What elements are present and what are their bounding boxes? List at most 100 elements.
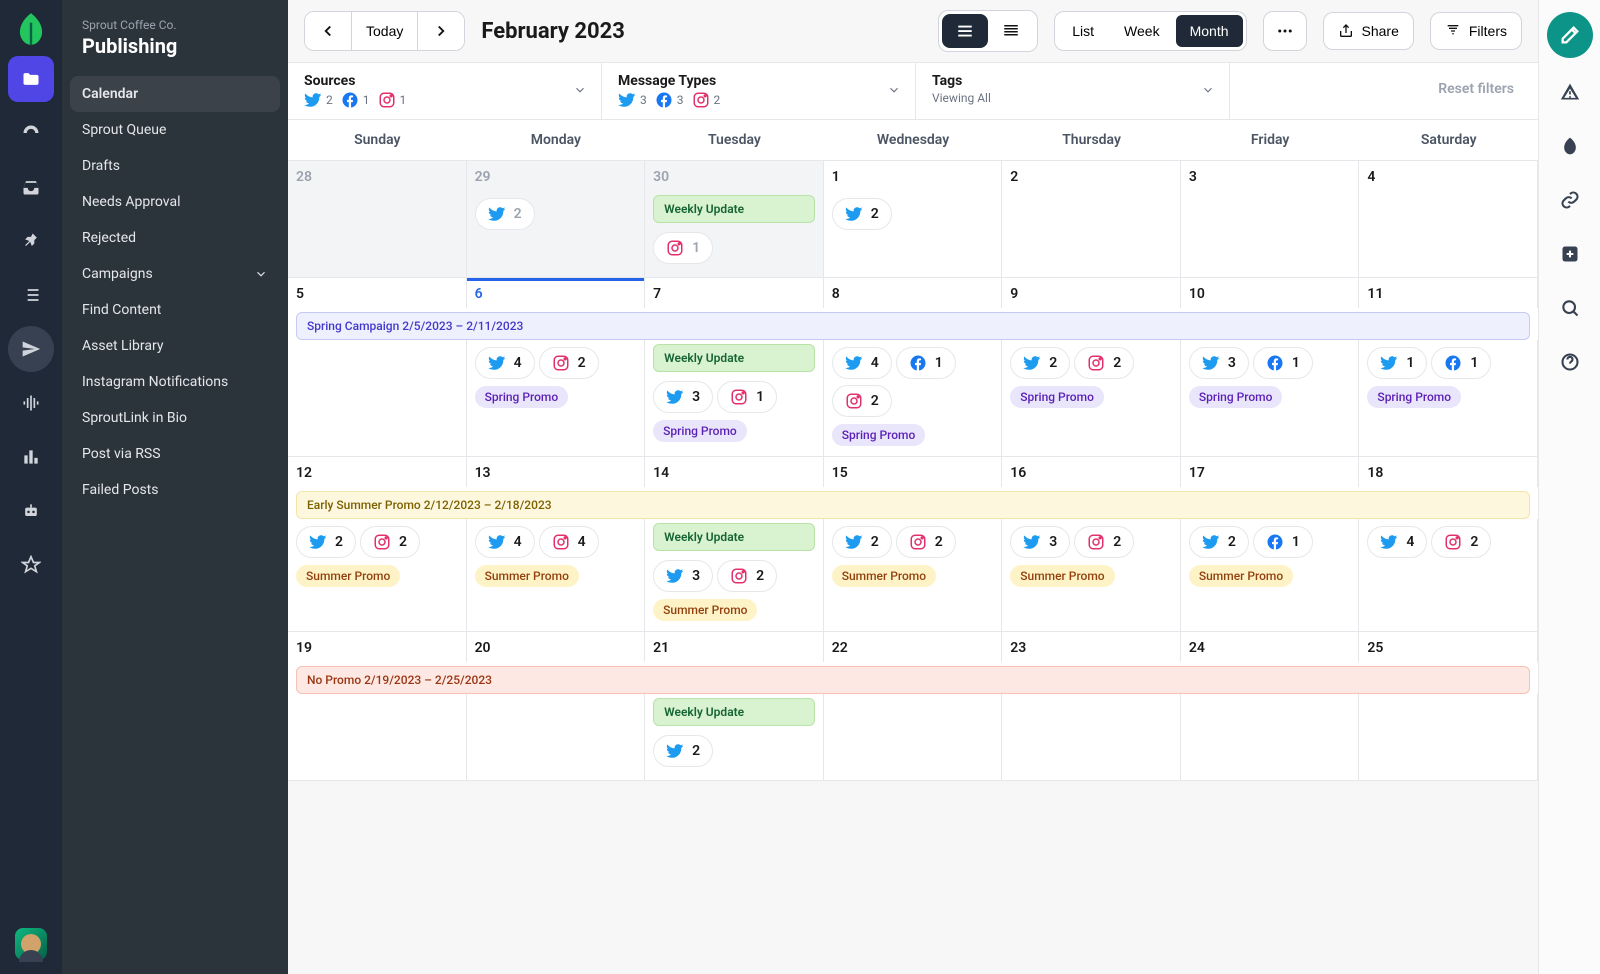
rail-folder-icon[interactable] bbox=[8, 56, 54, 102]
rail-reports-icon[interactable] bbox=[8, 434, 54, 480]
promo-tag[interactable]: Summer Promo bbox=[475, 565, 579, 587]
calendar-cell[interactable]: 8 bbox=[824, 278, 1003, 308]
rail-listening-icon[interactable] bbox=[8, 380, 54, 426]
promo-tag[interactable]: Summer Promo bbox=[1010, 565, 1114, 587]
compose-button[interactable] bbox=[1547, 12, 1593, 58]
calendar-cell-body[interactable]: 32 Summer Promo bbox=[1002, 519, 1181, 632]
rail-dashboard-icon[interactable] bbox=[8, 110, 54, 156]
calendar-cell[interactable]: 14 bbox=[645, 457, 824, 487]
post-count-pill[interactable]: 4 bbox=[539, 526, 599, 558]
calendar-cell-body[interactable] bbox=[288, 340, 467, 457]
view-week-button[interactable]: Week bbox=[1110, 15, 1174, 47]
calendar-cell[interactable]: 16 bbox=[1002, 457, 1181, 487]
calendar-cell-body[interactable]: 31Spring Promo bbox=[1181, 340, 1360, 457]
calendar-cell-body[interactable]: 21Summer Promo bbox=[1181, 519, 1360, 632]
calendar-cell-body[interactable] bbox=[1359, 694, 1538, 781]
calendar-cell[interactable]: 5 bbox=[288, 278, 467, 308]
add-icon[interactable] bbox=[1550, 234, 1590, 274]
calendar-cell[interactable]: 13 bbox=[467, 457, 646, 487]
calendar-cell[interactable]: 25 bbox=[1359, 632, 1538, 662]
calendar-cell[interactable]: 6 bbox=[467, 278, 646, 308]
sidebar-item-drafts[interactable]: Drafts bbox=[70, 148, 280, 184]
post-count-pill[interactable]: 2 bbox=[832, 198, 892, 230]
post-count-pill[interactable]: 2 bbox=[539, 347, 599, 379]
post-count-pill[interactable]: 2 bbox=[296, 526, 356, 558]
weekly-update-chip[interactable]: Weekly Update bbox=[653, 523, 815, 551]
calendar-cell-body[interactable]: 2 bbox=[824, 191, 1003, 278]
post-count-pill[interactable]: 2 bbox=[832, 385, 892, 417]
post-count-pill[interactable]: 3 bbox=[1010, 526, 1070, 558]
calendar-cell-body[interactable] bbox=[1359, 191, 1538, 278]
rail-bot-icon[interactable] bbox=[8, 488, 54, 534]
search-icon[interactable] bbox=[1550, 288, 1590, 328]
calendar-cell-body[interactable]: 42 bbox=[1359, 519, 1538, 632]
promo-tag[interactable]: Spring Promo bbox=[1010, 386, 1104, 408]
promo-tag[interactable]: Spring Promo bbox=[475, 386, 569, 408]
sidebar-item-instagram-notifications[interactable]: Instagram Notifications bbox=[70, 364, 280, 400]
post-count-pill[interactable]: 3 bbox=[1189, 347, 1249, 379]
post-count-pill[interactable]: 2 bbox=[475, 198, 535, 230]
calendar-cell[interactable]: 10 bbox=[1181, 278, 1360, 308]
calendar-cell-body[interactable] bbox=[1181, 694, 1360, 781]
post-count-pill[interactable]: 2 bbox=[1074, 526, 1134, 558]
calendar-cell[interactable]: 29 bbox=[467, 161, 646, 191]
post-count-pill[interactable]: 2 bbox=[896, 526, 956, 558]
sidebar-item-needs-approval[interactable]: Needs Approval bbox=[70, 184, 280, 220]
post-count-pill[interactable]: 2 bbox=[1074, 347, 1134, 379]
promo-tag[interactable]: Summer Promo bbox=[296, 565, 400, 587]
calendar-cell[interactable]: 15 bbox=[824, 457, 1003, 487]
sidebar-item-failed-posts[interactable]: Failed Posts bbox=[70, 472, 280, 508]
post-count-pill[interactable]: 4 bbox=[475, 347, 535, 379]
sidebar-item-find-content[interactable]: Find Content bbox=[70, 292, 280, 328]
filters-button[interactable]: Filters bbox=[1430, 12, 1522, 50]
rail-star-icon[interactable] bbox=[8, 542, 54, 588]
post-count-pill[interactable]: 2 bbox=[832, 526, 892, 558]
post-count-pill[interactable]: 4 bbox=[1367, 526, 1427, 558]
reset-filters-button[interactable]: Reset filters bbox=[1414, 63, 1538, 119]
density-comfortable-button[interactable] bbox=[942, 14, 988, 48]
post-count-pill[interactable]: 2 bbox=[717, 560, 777, 592]
calendar-cell-body[interactable] bbox=[467, 694, 646, 781]
calendar-cell[interactable]: 9 bbox=[1002, 278, 1181, 308]
sidebar-item-asset-library[interactable]: Asset Library bbox=[70, 328, 280, 364]
calendar-cell-body[interactable]: 2 bbox=[467, 191, 646, 278]
post-count-pill[interactable]: 1 bbox=[1367, 347, 1427, 379]
calendar-cell[interactable]: 19 bbox=[288, 632, 467, 662]
promo-tag[interactable]: Summer Promo bbox=[832, 565, 936, 587]
post-count-pill[interactable]: 1 bbox=[1253, 347, 1313, 379]
promo-tag[interactable]: Summer Promo bbox=[653, 599, 757, 621]
promo-tag[interactable]: Spring Promo bbox=[653, 420, 747, 442]
calendar-cell-body[interactable] bbox=[824, 694, 1003, 781]
post-count-pill[interactable]: 1 bbox=[1253, 526, 1313, 558]
promo-tag[interactable]: Spring Promo bbox=[832, 424, 926, 446]
alert-icon[interactable] bbox=[1550, 72, 1590, 112]
rail-publishing-icon[interactable] bbox=[8, 326, 54, 372]
filter-tags[interactable]: Tags Viewing All bbox=[916, 63, 1230, 119]
calendar-cell[interactable]: 30 bbox=[645, 161, 824, 191]
calendar-cell-body[interactable]: 412 Spring Promo bbox=[824, 340, 1003, 457]
view-month-button[interactable]: Month bbox=[1176, 15, 1243, 47]
calendar-cell[interactable]: 12 bbox=[288, 457, 467, 487]
campaign-banner[interactable]: Early Summer Promo 2/12/2023 – 2/18/2023 bbox=[296, 491, 1530, 519]
post-count-pill[interactable]: 2 bbox=[1010, 347, 1070, 379]
calendar-cell[interactable]: 3 bbox=[1181, 161, 1360, 191]
view-list-button[interactable]: List bbox=[1058, 15, 1108, 47]
calendar-cell[interactable]: 18 bbox=[1359, 457, 1538, 487]
sidebar-item-sproutlink-in-bio[interactable]: SproutLink in Bio bbox=[70, 400, 280, 436]
more-button[interactable] bbox=[1263, 11, 1307, 51]
campaign-banner[interactable]: Spring Campaign 2/5/2023 – 2/11/2023 bbox=[296, 312, 1530, 340]
calendar-cell[interactable]: 7 bbox=[645, 278, 824, 308]
calendar-cell[interactable]: 20 bbox=[467, 632, 646, 662]
calendar-cell[interactable]: 2 bbox=[1002, 161, 1181, 191]
filter-message-types[interactable]: Message Types 332 bbox=[602, 63, 916, 119]
filter-sources[interactable]: Sources 211 bbox=[288, 63, 602, 119]
calendar-cell-body[interactable]: 22 Spring Promo bbox=[1002, 340, 1181, 457]
weekly-update-chip[interactable]: Weekly Update bbox=[653, 195, 815, 223]
weekly-update-chip[interactable]: Weekly Update bbox=[653, 344, 815, 372]
sidebar-item-rejected[interactable]: Rejected bbox=[70, 220, 280, 256]
post-count-pill[interactable]: 4 bbox=[832, 347, 892, 379]
post-count-pill[interactable]: 1 bbox=[896, 347, 956, 379]
calendar-cell-body[interactable]: Weekly Update1 bbox=[645, 191, 824, 278]
calendar-cell[interactable]: 11 bbox=[1359, 278, 1538, 308]
help-icon[interactable] bbox=[1550, 342, 1590, 382]
